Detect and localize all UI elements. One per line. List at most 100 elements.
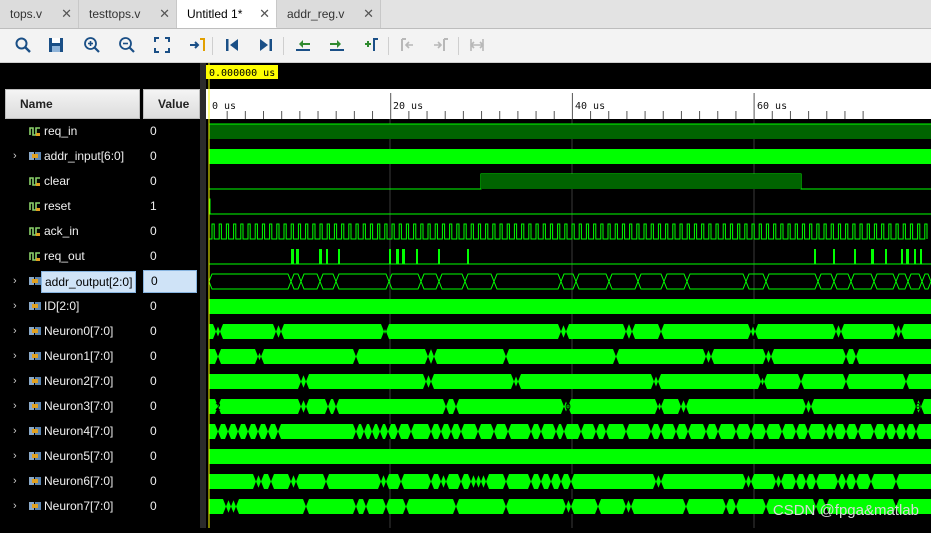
signal-row-neuron5[interactable]: › Neuron5[7:0] — [5, 444, 140, 469]
req-out-pulse — [901, 249, 903, 264]
close-icon[interactable]: ✕ — [259, 0, 270, 28]
signal-row-addr_input[interactable]: › addr_input[6:0] — [5, 144, 140, 169]
bus-signal-icon — [29, 277, 41, 285]
expand-chevron-icon[interactable]: › — [13, 269, 17, 294]
time-ruler[interactable]: 0 us 20 us 40 us 60 us — [206, 89, 931, 119]
waveform-canvas[interactable]: 0 us 20 us 40 us 60 us 0 0 0 0 0 0 0 0 0 0 0 0 0 0 0 0 02 0 0… — [206, 63, 931, 528]
signal-value[interactable]: 0 — [143, 344, 200, 369]
waveform-viewer[interactable]: 0 us 20 us 40 us 60 us 00000000000000000200… — [206, 63, 931, 528]
expand-chevron-icon[interactable]: › — [13, 444, 17, 469]
expand-chevron-icon[interactable]: › — [13, 369, 17, 394]
previous-marker-icon[interactable] — [397, 35, 417, 55]
signal-value[interactable]: 0 — [143, 119, 200, 144]
close-icon[interactable]: ✕ — [61, 0, 72, 28]
signal-row-neuron1[interactable]: › Neuron1[7:0] — [5, 344, 140, 369]
tab-tops-v[interactable]: tops.v ✕ — [0, 0, 79, 28]
signal-name: ack_in — [44, 224, 79, 238]
expand-chevron-icon[interactable]: › — [13, 419, 17, 444]
signal-value[interactable]: 0 — [143, 169, 200, 194]
bus-value-label: 0 — [648, 277, 654, 288]
signal-row-addr_output[interactable]: › addr_output[2:0] — [5, 269, 140, 294]
signal-value[interactable]: 0 — [143, 244, 200, 269]
req-out-pulse — [291, 249, 294, 264]
wire-signal-icon — [29, 252, 40, 261]
go-to-time-0-icon[interactable] — [222, 35, 242, 55]
go-to-cursor-icon[interactable] — [187, 35, 207, 55]
bus-segment — [481, 174, 801, 189]
bus-value-label: 0 — [713, 277, 719, 288]
waveform-toolbar — [0, 29, 931, 63]
go-to-last-time-icon[interactable] — [256, 35, 276, 55]
swap-cursors-icon[interactable] — [467, 35, 487, 55]
expand-chevron-icon[interactable]: › — [13, 494, 17, 519]
zoom-fit-icon[interactable] — [152, 35, 172, 55]
value-column-header[interactable]: Value — [143, 89, 200, 119]
signal-row-neuron0[interactable]: › Neuron0[7:0] — [5, 319, 140, 344]
expand-chevron-icon[interactable]: › — [13, 394, 17, 419]
req-out-pulse — [467, 249, 469, 264]
req-out-pulse — [319, 249, 322, 264]
bus-value-label: 0 — [476, 277, 482, 288]
bus-segment — [209, 424, 931, 439]
expand-chevron-icon[interactable]: › — [13, 344, 17, 369]
signal-row-ack_in[interactable]: ack_in — [5, 219, 140, 244]
signal-row-neuron3[interactable]: › Neuron3[7:0] — [5, 394, 140, 419]
search-icon[interactable] — [13, 35, 33, 55]
signal-name: ID[2:0] — [44, 299, 80, 313]
signal-row-req_in[interactable]: req_in — [5, 119, 140, 144]
bus-value-label: 0 — [247, 277, 253, 288]
signal-row-neuron7[interactable]: › Neuron7[7:0] — [5, 494, 140, 519]
signal-row-req_out[interactable]: req_out — [5, 244, 140, 269]
signal-value[interactable]: 0 — [143, 419, 200, 444]
signal-row-id[interactable]: › ID[2:0] — [5, 294, 140, 319]
save-icon[interactable] — [46, 35, 66, 55]
next-marker-icon[interactable] — [431, 35, 451, 55]
signal-value[interactable]: 0 — [143, 369, 200, 394]
signal-value[interactable]: 0 — [143, 494, 200, 519]
bus-segment — [209, 449, 931, 464]
signal-row-neuron4[interactable]: › Neuron4[7:0] — [5, 419, 140, 444]
signal-name: reset — [44, 199, 71, 213]
signal-row-reset[interactable]: reset — [5, 194, 140, 219]
expand-chevron-icon[interactable]: › — [13, 319, 17, 344]
expand-chevron-icon[interactable]: › — [13, 294, 17, 319]
signal-name: req_out — [44, 249, 85, 263]
signal-value[interactable]: 0 — [143, 469, 200, 494]
signal-value[interactable]: 1 — [143, 194, 200, 219]
zoom-out-icon[interactable] — [117, 35, 137, 55]
previous-transition-icon[interactable] — [293, 35, 313, 55]
signal-value[interactable]: 0 — [143, 319, 200, 344]
bus-value-label: 2 — [215, 402, 221, 413]
signal-value[interactable]: 0 — [143, 394, 200, 419]
signal-value[interactable]: 0 — [143, 294, 200, 319]
zoom-in-icon[interactable] — [82, 35, 102, 55]
next-transition-icon[interactable] — [327, 35, 347, 55]
bus-value-label: 0 — [915, 402, 921, 413]
add-marker-icon[interactable] — [362, 35, 382, 55]
signal-value[interactable]: 0 — [143, 144, 200, 169]
req-out-pulse — [338, 249, 340, 264]
signal-name: Neuron3[7:0] — [44, 399, 114, 413]
bus-segment — [209, 374, 931, 389]
signal-value[interactable]: 0 — [143, 219, 200, 244]
signal-name: Neuron4[7:0] — [44, 424, 114, 438]
signal-row-neuron6[interactable]: › Neuron6[7:0] — [5, 469, 140, 494]
signal-row-clear[interactable]: clear — [5, 169, 140, 194]
signal-row-neuron2[interactable]: › Neuron2[7:0] — [5, 369, 140, 394]
signal-name: addr_output[2:0] — [41, 271, 137, 293]
close-icon[interactable]: ✕ — [363, 0, 374, 28]
req-out-pulse — [438, 249, 440, 264]
expand-chevron-icon[interactable]: › — [13, 144, 17, 169]
bus-value-label: 0 — [823, 277, 829, 288]
tab-addr-reg-v[interactable]: addr_reg.v ✕ — [277, 0, 381, 28]
req-out-pulse — [871, 249, 874, 264]
close-icon[interactable]: ✕ — [159, 0, 170, 28]
tab-testtops-v[interactable]: testtops.v ✕ — [79, 0, 177, 28]
expand-chevron-icon[interactable]: › — [13, 469, 17, 494]
name-column-header[interactable]: Name — [5, 89, 140, 119]
signal-value[interactable]: 0 — [143, 270, 197, 293]
tab-untitled-1[interactable]: Untitled 1* ✕ — [177, 0, 277, 28]
signal-value[interactable]: 0 — [143, 444, 200, 469]
req-out-pulse — [396, 249, 399, 264]
bus-value-label: 0 — [427, 277, 433, 288]
